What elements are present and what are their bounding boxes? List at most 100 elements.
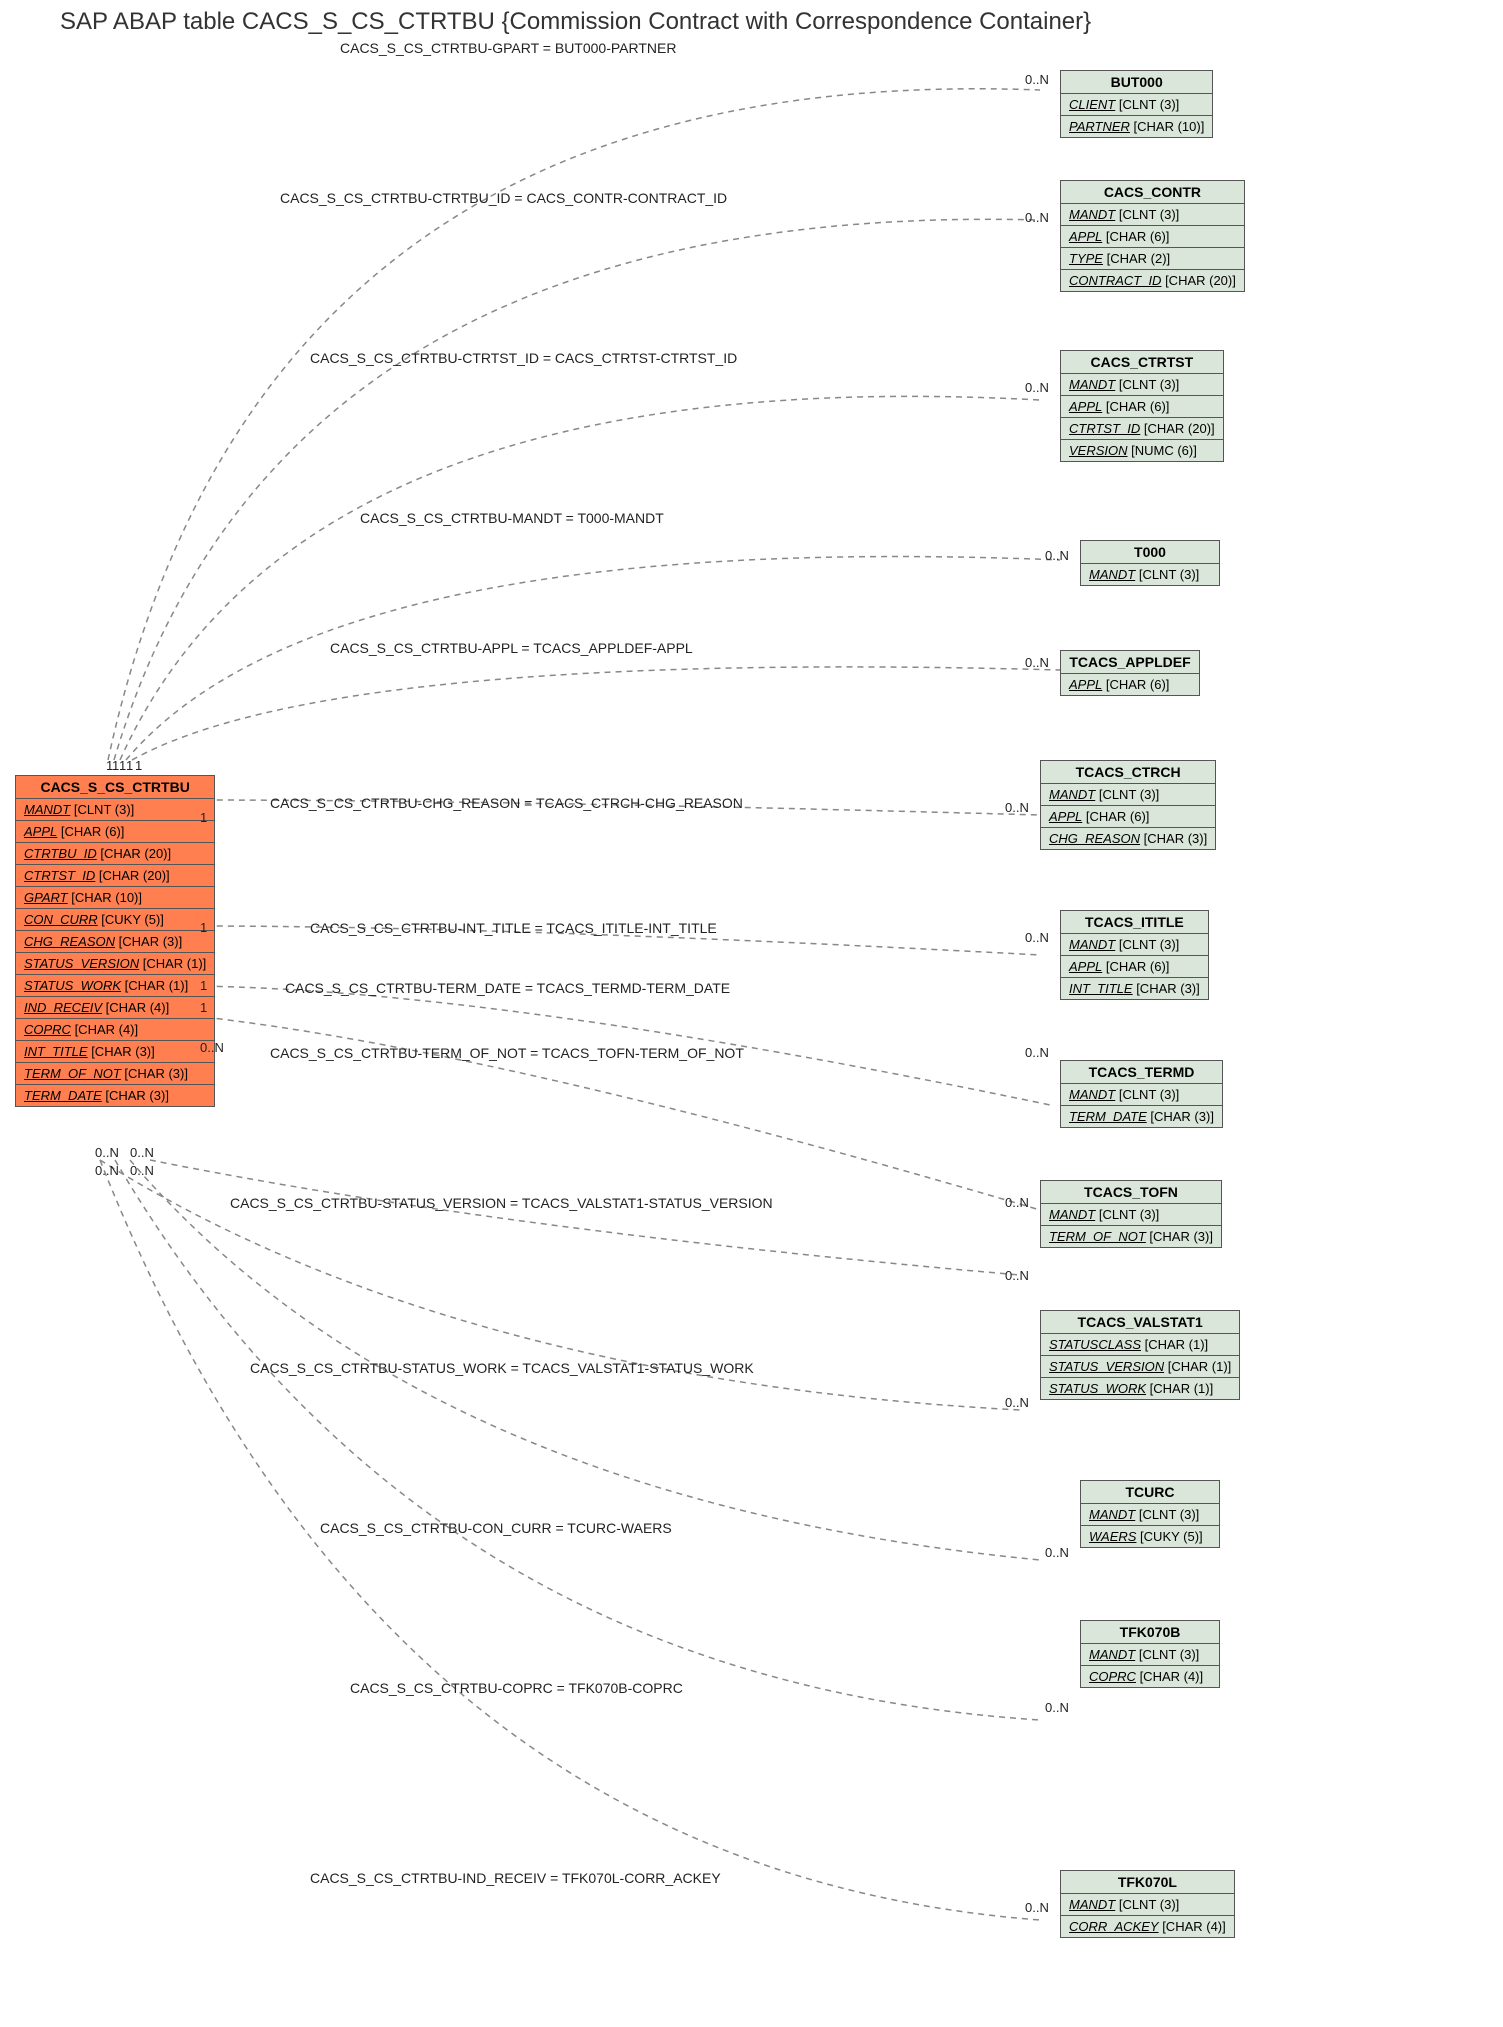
cardinality-dst: 0..N — [1005, 1395, 1029, 1410]
field-row: CTRTST_ID [CHAR (20)] — [1061, 418, 1224, 440]
entity-tcacs-tofn: TCACS_TOFNMANDT [CLNT (3)]TERM_OF_NOT [C… — [1040, 1180, 1222, 1248]
relation-label: CACS_S_CS_CTRTBU-GPART = BUT000-PARTNER — [340, 40, 677, 56]
field-row: CON_CURR [CUKY (5)] — [16, 909, 215, 931]
field-row: TERM_DATE [CHAR (3)] — [1061, 1106, 1223, 1128]
cardinality-src: 0..N — [130, 1145, 154, 1160]
cardinality-src: 1 — [126, 758, 133, 773]
cardinality-dst: 0..N — [1025, 380, 1049, 395]
field-row: MANDT [CLNT (3)] — [1061, 374, 1224, 396]
relation-label: CACS_S_CS_CTRTBU-INT_TITLE = TCACS_ITITL… — [310, 920, 717, 936]
entity-header: TCACS_ITITLE — [1061, 911, 1209, 934]
field-row: MANDT [CLNT (3)] — [1061, 204, 1245, 226]
field-row: MANDT [CLNT (3)] — [1041, 1204, 1222, 1226]
relationship-edges — [0, 0, 1503, 2027]
entity-header: CACS_CONTR — [1061, 181, 1245, 204]
field-row: CTRTST_ID [CHAR (20)] — [16, 865, 215, 887]
page-title: SAP ABAP table CACS_S_CS_CTRTBU {Commiss… — [60, 8, 1091, 36]
cardinality-src: 0..N — [95, 1145, 119, 1160]
field-row: WAERS [CUKY (5)] — [1081, 1526, 1220, 1548]
cardinality-dst: 0..N — [1045, 1545, 1069, 1560]
field-row: APPL [CHAR (6)] — [1041, 806, 1216, 828]
entity-cacs-ctrtst: CACS_CTRTSTMANDT [CLNT (3)]APPL [CHAR (6… — [1060, 350, 1224, 462]
cardinality-dst: 0..N — [1025, 655, 1049, 670]
relation-label: CACS_S_CS_CTRTBU-CHG_REASON = TCACS_CTRC… — [270, 795, 743, 811]
field-row: CHG_REASON [CHAR (3)] — [16, 931, 215, 953]
relation-label: CACS_S_CS_CTRTBU-COPRC = TFK070B-COPRC — [350, 1680, 683, 1696]
cardinality-dst: 0..N — [1045, 548, 1069, 563]
entity-header: TCACS_TERMD — [1061, 1061, 1223, 1084]
relation-label: CACS_S_CS_CTRTBU-IND_RECEIV = TFK070L-CO… — [310, 1870, 721, 1886]
relation-label: CACS_S_CS_CTRTBU-APPL = TCACS_APPLDEF-AP… — [330, 640, 693, 656]
field-row: GPART [CHAR (10)] — [16, 887, 215, 909]
field-row: MANDT [CLNT (3)] — [1061, 1894, 1235, 1916]
cardinality-src: 0..N — [200, 1040, 224, 1055]
entity-header: TCACS_TOFN — [1041, 1181, 1222, 1204]
entity-tcacs-termd: TCACS_TERMDMANDT [CLNT (3)]TERM_DATE [CH… — [1060, 1060, 1223, 1128]
cardinality-dst: 0..N — [1025, 1045, 1049, 1060]
cardinality-src: 1 — [135, 758, 142, 773]
entity-header: TFK070L — [1061, 1871, 1235, 1894]
entity-t000: T000MANDT [CLNT (3)] — [1080, 540, 1220, 586]
entity-header: TCACS_APPLDEF — [1061, 651, 1200, 674]
field-row: STATUSCLASS [CHAR (1)] — [1041, 1334, 1240, 1356]
entity-header: T000 — [1081, 541, 1220, 564]
entity-tfk070l: TFK070LMANDT [CLNT (3)]CORR_ACKEY [CHAR … — [1060, 1870, 1235, 1938]
cardinality-src: 0..N — [95, 1163, 119, 1178]
field-row: MANDT [CLNT (3)] — [1061, 934, 1209, 956]
field-row: PARTNER [CHAR (10)] — [1061, 116, 1213, 138]
relation-label: CACS_S_CS_CTRTBU-TERM_DATE = TCACS_TERMD… — [285, 980, 730, 996]
field-row: APPL [CHAR (6)] — [1061, 226, 1245, 248]
field-row: STATUS_WORK [CHAR (1)] — [1041, 1378, 1240, 1400]
field-row: APPL [CHAR (6)] — [1061, 956, 1209, 978]
cardinality-dst: 0..N — [1005, 1268, 1029, 1283]
entity-tcacs-valstat1: TCACS_VALSTAT1STATUSCLASS [CHAR (1)]STAT… — [1040, 1310, 1240, 1400]
cardinality-dst: 0..N — [1005, 800, 1029, 815]
cardinality-dst: 0..N — [1025, 930, 1049, 945]
entity-header: TCACS_CTRCH — [1041, 761, 1216, 784]
field-row: TERM_OF_NOT [CHAR (3)] — [1041, 1226, 1222, 1248]
field-row: CORR_ACKEY [CHAR (4)] — [1061, 1916, 1235, 1938]
entity-header: TCURC — [1081, 1481, 1220, 1504]
field-row: STATUS_VERSION [CHAR (1)] — [16, 953, 215, 975]
entity-tfk070b: TFK070BMANDT [CLNT (3)]COPRC [CHAR (4)] — [1080, 1620, 1220, 1688]
cardinality-src: 1 — [200, 978, 207, 993]
field-row: INT_TITLE [CHAR (3)] — [16, 1041, 215, 1063]
field-row: CONTRACT_ID [CHAR (20)] — [1061, 270, 1245, 292]
relation-label: CACS_S_CS_CTRTBU-CON_CURR = TCURC-WAERS — [320, 1520, 672, 1536]
field-row: COPRC [CHAR (4)] — [16, 1019, 215, 1041]
field-row: APPL [CHAR (6)] — [1061, 674, 1200, 696]
entity-header: BUT000 — [1061, 71, 1213, 94]
field-row: TYPE [CHAR (2)] — [1061, 248, 1245, 270]
field-row: STATUS_WORK [CHAR (1)] — [16, 975, 215, 997]
cardinality-src: 1 — [200, 920, 207, 935]
relation-label: CACS_S_CS_CTRTBU-CTRTST_ID = CACS_CTRTST… — [310, 350, 737, 366]
field-row: APPL [CHAR (6)] — [16, 821, 215, 843]
field-row: STATUS_VERSION [CHAR (1)] — [1041, 1356, 1240, 1378]
field-row: MANDT [CLNT (3)] — [1061, 1084, 1223, 1106]
field-row: CHG_REASON [CHAR (3)] — [1041, 828, 1216, 850]
field-row: COPRC [CHAR (4)] — [1081, 1666, 1220, 1688]
field-row: INT_TITLE [CHAR (3)] — [1061, 978, 1209, 1000]
entity-tcurc: TCURCMANDT [CLNT (3)]WAERS [CUKY (5)] — [1080, 1480, 1220, 1548]
relation-label: CACS_S_CS_CTRTBU-CTRTBU_ID = CACS_CONTR-… — [280, 190, 727, 206]
relation-label: CACS_S_CS_CTRTBU-MANDT = T000-MANDT — [360, 510, 664, 526]
entity-header: CACS_S_CS_CTRTBU — [16, 776, 215, 799]
entity-cacs-s-cs-ctrtbu: CACS_S_CS_CTRTBU MANDT [CLNT (3)]APPL [C… — [15, 775, 215, 1107]
cardinality-src: 1 — [200, 1000, 207, 1015]
field-row: TERM_DATE [CHAR (3)] — [16, 1085, 215, 1107]
cardinality-src: 1 — [200, 810, 207, 825]
cardinality-dst: 0..N — [1045, 1700, 1069, 1715]
cardinality-src: 0..N — [130, 1163, 154, 1178]
field-row: MANDT [CLNT (3)] — [1081, 1644, 1220, 1666]
cardinality-dst: 0..N — [1005, 1195, 1029, 1210]
field-row: CLIENT [CLNT (3)] — [1061, 94, 1213, 116]
entity-tcacs-appldef: TCACS_APPLDEFAPPL [CHAR (6)] — [1060, 650, 1200, 696]
field-row: TERM_OF_NOT [CHAR (3)] — [16, 1063, 215, 1085]
cardinality-dst: 0..N — [1025, 1900, 1049, 1915]
field-row: MANDT [CLNT (3)] — [1081, 564, 1220, 586]
field-row: MANDT [CLNT (3)] — [1041, 784, 1216, 806]
cardinality-dst: 0..N — [1025, 210, 1049, 225]
relation-label: CACS_S_CS_CTRTBU-STATUS_WORK = TCACS_VAL… — [250, 1360, 754, 1376]
entity-but000: BUT000CLIENT [CLNT (3)]PARTNER [CHAR (10… — [1060, 70, 1213, 138]
entity-cacs-contr: CACS_CONTRMANDT [CLNT (3)]APPL [CHAR (6)… — [1060, 180, 1245, 292]
